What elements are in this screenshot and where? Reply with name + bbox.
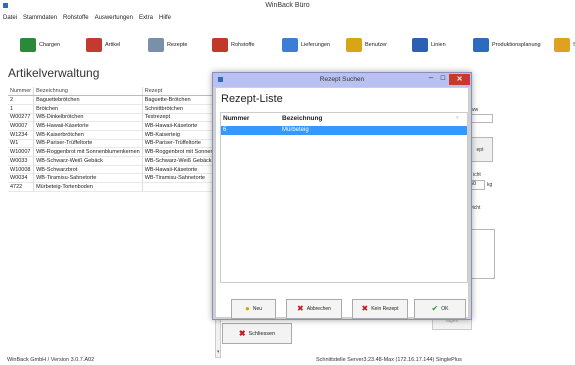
close-button[interactable]: ✖ Schliessen [222, 323, 292, 344]
cell-bezeichnung: Mürbeteig-Tortenboden [33, 182, 143, 192]
menu-datei[interactable]: Datei [0, 13, 20, 23]
cell-nummer: W10007 [8, 147, 35, 157]
cancel-button[interactable]: ✖ Abbrechen [286, 299, 342, 319]
toolbar-label: Linien [431, 42, 446, 48]
status-connection: Schnittstelle Server3.23.48-Max (172.16.… [316, 357, 462, 363]
cell-nummer: 1 [8, 104, 35, 114]
batch-icon [20, 38, 36, 52]
maximize-icon[interactable]: ☐ [438, 75, 448, 84]
recipe-list-header: Nummer Bezeichnung ▿ [221, 113, 467, 124]
cell-bezeichnung: WB-Tiramisu-Sahnetorte [33, 173, 143, 184]
status-version: WinBack GmbH / Version 3.0.7.A02 [7, 357, 95, 363]
recipe-list: Nummer Bezeichnung ▿ 6 Mürbeteig [220, 112, 468, 283]
button-label: OK [441, 306, 449, 312]
planning-icon [473, 38, 489, 52]
raw-materials-icon [212, 38, 228, 52]
settings-icon [554, 38, 570, 52]
ok-button[interactable]: ✔ OK [414, 299, 466, 319]
menu-auswertungen[interactable]: Auswertungen [92, 13, 136, 23]
cell-bezeichnung: WB-Hawaii-Käsetorte [33, 121, 143, 131]
button-label: Abbrechen [306, 306, 331, 312]
recipe-number: 6 [223, 127, 227, 133]
toolbar-produktionsplanung-button[interactable]: Produktionsplanung [473, 35, 541, 55]
toolbar-label: Benutzer [365, 42, 388, 48]
delivery-icon [282, 38, 298, 52]
toolbar-label: Lieferungen [301, 42, 331, 48]
page-title: Artikelverwaltung [8, 66, 100, 80]
cell-nummer: W0033 [8, 156, 35, 166]
scroll-down-icon[interactable]: ▾ [217, 349, 220, 355]
weight-unit: kg [487, 182, 493, 188]
toolbar: Chargen Artikel Rezepte Rohstoffe Liefer… [0, 32, 575, 62]
menu-rohstoffe[interactable]: Rohstoffe [60, 13, 92, 23]
detail-label: icht [473, 172, 481, 178]
cell-nummer: W00277 [8, 113, 35, 123]
toolbar-linien-button[interactable]: Linien [412, 35, 446, 55]
toolbar-rezepte-button[interactable]: Rezepte [148, 35, 188, 55]
article-icon [86, 38, 102, 52]
column-header-nummer[interactable]: Nummer [8, 87, 35, 97]
dialog-heading: Rezept-Liste [221, 93, 283, 105]
toolbar-benutzer-button[interactable]: Benutzer [346, 35, 387, 55]
toolbar-label: Rohstoffe [231, 42, 255, 48]
recipe-icon [148, 38, 164, 52]
button-label: Kein Rezept [371, 306, 399, 312]
menu-bar: Datei Stammdaten Rohstoffe Auswertungen … [0, 13, 575, 23]
cell-bezeichnung: WB-Roggenbrot mit Sonnenblumenkernen [33, 147, 143, 157]
column-header-bezeichnung[interactable]: Bezeichnung [282, 115, 322, 122]
cell-bezeichnung: WB-Pariser-Trüffeltorte [33, 139, 143, 149]
cell-bezeichnung: Brötchen [33, 104, 143, 114]
button-label: ept [476, 146, 484, 153]
cell-bezeichnung: WB-Schwarzbrot [33, 165, 143, 175]
cell-nummer: W0007 [8, 121, 35, 131]
column-header-nummer[interactable]: Nummer [223, 115, 249, 122]
checkmark-icon: ✔ [431, 304, 439, 313]
cell-bezeichnung: WB-Dinkelbrötchen [33, 113, 143, 123]
new-recipe-button[interactable]: ● Neu [231, 299, 276, 319]
menu-extra[interactable]: Extra [136, 13, 156, 23]
cell-bezeichnung: WB-Schwarz-Weiß Gebäck [33, 156, 143, 166]
sort-arrow-icon: ▿ [456, 115, 459, 121]
close-button-label: Schliessen [248, 330, 276, 337]
toolbar-label: Artikel [105, 42, 121, 48]
cell-nummer: W1 [8, 139, 35, 149]
lines-icon [412, 38, 428, 52]
minimize-icon[interactable]: – [426, 74, 436, 84]
app-titlebar: WinBack Büro [0, 0, 575, 12]
toolbar-settings-button[interactable]: Sc [554, 35, 575, 55]
list-item[interactable]: 6 Mürbeteig [221, 126, 467, 135]
detail-label: ww [471, 107, 479, 113]
dialog-body: Rezept-Liste Nummer Bezeichnung ▿ 6 Mürb… [216, 88, 468, 319]
dialog-titlebar[interactable]: Rezept Suchen – ☐ ✕ [213, 73, 471, 87]
add-user-icon: ● [244, 304, 250, 313]
cell-nummer: W1234 [8, 130, 35, 140]
cell-nummer: W10008 [8, 165, 35, 175]
menu-stammdaten[interactable]: Stammdaten [20, 13, 60, 23]
user-icon [346, 38, 362, 52]
dialog-close-icon[interactable]: ✕ [449, 74, 470, 85]
toolbar-label: Rezepte [167, 42, 188, 48]
app-title: WinBack Büro [265, 2, 310, 9]
cell-nummer: 4722 [8, 182, 35, 192]
column-header-bezeichnung[interactable]: Bezeichnung [33, 87, 143, 97]
menu-hilfe[interactable]: Hilfe [156, 13, 174, 23]
cancel-icon: ✖ [297, 304, 304, 313]
cancel-icon: ✖ [361, 304, 369, 313]
toolbar-chargen-button[interactable]: Chargen [20, 35, 60, 55]
recipe-name: Mürbeteig [282, 127, 309, 133]
button-label: Neu [252, 306, 263, 312]
close-icon: ✖ [238, 329, 246, 338]
cell-bezeichnung: WB-Kaiserbrötchen [33, 130, 143, 140]
toolbar-artikel-button[interactable]: Artikel [86, 35, 120, 55]
status-bar: WinBack GmbH / Version 3.0.7.A02 Schnitt… [0, 356, 575, 365]
toolbar-label: Produktionsplanung [492, 42, 541, 48]
toolbar-rohstoffe-button[interactable]: Rohstoffe [212, 35, 254, 55]
toolbar-label: Chargen [39, 42, 61, 48]
no-recipe-button[interactable]: ✖ Kein Rezept [352, 299, 408, 319]
recipe-search-dialog: Rezept Suchen – ☐ ✕ Rezept-Liste Nummer … [212, 72, 472, 320]
cell-nummer: 2 [8, 95, 35, 105]
cell-nummer: W0034 [8, 173, 35, 184]
cell-bezeichnung: Baguettebrötchen [33, 95, 143, 105]
toolbar-lieferungen-button[interactable]: Lieferungen [282, 35, 330, 55]
